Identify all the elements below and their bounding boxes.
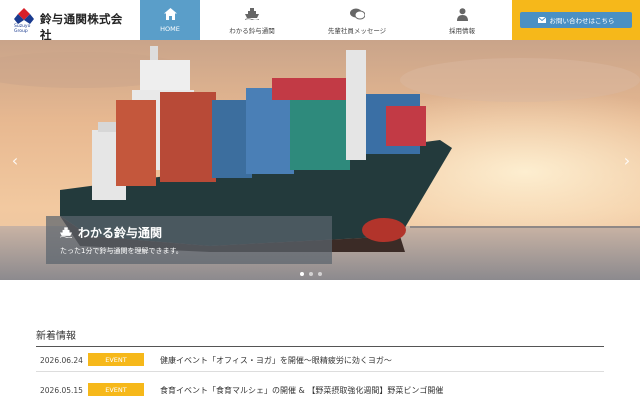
site-header: 鈴与通関株式会社 Suzuyo Group HOME わかる鈴与通関 先輩社員メ… [0,0,640,42]
home-icon [163,8,177,20]
hero-next-button[interactable]: › [620,152,634,170]
contact-button[interactable]: お問い合わせはこちら [520,12,632,28]
nav-item-recruit[interactable]: 採用情報 [410,0,514,40]
news-tag-badge: EVENT [88,353,144,366]
news-item[interactable]: 2026.06.24 EVENT 健康イベント「オフィス・ヨガ」を開催～眼精疲労… [36,352,604,372]
news-heading: 新着情報 [36,331,76,342]
nav-item-about[interactable]: わかる鈴与通関 [200,0,304,40]
nav-item-home[interactable]: HOME [140,0,200,40]
person-icon [456,8,468,21]
nav-label-messages: 先輩社員メッセージ [327,27,387,35]
mail-icon [537,17,546,23]
contact-area: お問い合わせはこちら [512,0,640,40]
ship-icon [60,227,72,238]
news-divider [36,371,604,372]
hero-caption-title: わかる鈴与通関 [60,224,162,241]
slider-dots [300,272,322,276]
logo[interactable]: 鈴与通関株式会社 Suzuyo Group [14,8,134,42]
hero-slider[interactable]: ‹ › わかる鈴与通関 たった1分で鈴与通関を理解できます。 [0,40,640,280]
hero-caption-title-text: わかる鈴与通関 [78,226,163,240]
ship-icon [245,8,259,20]
nav-label-about: わかる鈴与通関 [229,27,275,35]
hero-prev-button[interactable]: ‹ [8,152,22,170]
nav-item-messages[interactable]: 先輩社員メッセージ [304,0,410,40]
slider-dot[interactable] [309,272,313,276]
hero-caption-subtitle: たった1分で鈴与通関を理解できます。 [60,247,183,255]
group-name: Suzuyo Group [14,24,31,34]
nav-label-home: HOME [160,25,180,33]
company-name: 鈴与通関株式会社 [40,12,123,42]
chat-icon [349,8,365,20]
news-item[interactable]: 2026.05.15 EVENT 食育イベント「食育マルシェ」の開催 & 【野菜… [36,382,604,402]
news-date: 2026.06.24 [40,356,83,365]
news-title[interactable]: 食育イベント「食育マルシェ」の開催 & 【野菜摂取強化週間】野菜ビンゴ開催 [160,385,443,396]
hero-caption[interactable]: わかる鈴与通関 たった1分で鈴与通関を理解できます。 [46,216,332,264]
news-date: 2026.05.15 [40,386,83,395]
slider-dot[interactable] [318,272,322,276]
slider-dot[interactable] [300,272,304,276]
news-tag-badge: EVENT [88,383,144,396]
news-divider [36,346,604,347]
main-nav: HOME わかる鈴与通関 先輩社員メッセージ 採用情報 [140,0,514,40]
news-title[interactable]: 健康イベント「オフィス・ヨガ」を開催～眼精疲労に効くヨガ～ [160,355,392,366]
nav-label-recruit: 採用情報 [449,27,475,35]
contact-label: お問い合わせはこちら [549,17,615,25]
